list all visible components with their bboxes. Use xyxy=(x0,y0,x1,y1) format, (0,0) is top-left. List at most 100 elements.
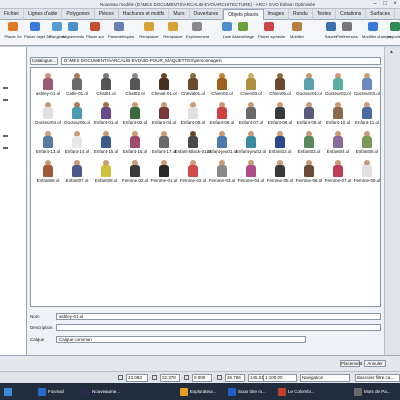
description-label: Description xyxy=(30,325,53,330)
ribbon-button-label: Placer symbole xyxy=(258,34,286,39)
object-thumbnail xyxy=(71,102,83,119)
save-icon xyxy=(326,22,336,31)
thumbnail-body xyxy=(362,78,372,90)
y-coordinate[interactable]: 22.378 xyxy=(160,374,180,382)
thumbnail-body xyxy=(43,136,53,148)
thumbnail-body xyxy=(72,107,82,119)
object-item[interactable]: Enfant05.ol xyxy=(352,131,382,157)
catalog-button[interactable]: Catalogue... xyxy=(30,57,58,65)
taskbar-item-label: Le Colombi... xyxy=(288,389,315,394)
tab-textes[interactable]: Textes xyxy=(313,9,337,20)
ribbon-button-12[interactable]: Mobilier xyxy=(286,22,308,46)
ribbon-button-label: Remplacer xyxy=(163,34,183,39)
tab-pi-ces[interactable]: Pièces xyxy=(95,9,119,20)
y-coord-icon xyxy=(152,375,157,380)
thumbnail-body xyxy=(159,107,169,119)
minimize-button[interactable]: – xyxy=(370,1,380,7)
start-button[interactable] xyxy=(4,386,14,397)
object-thumbnail xyxy=(361,160,373,177)
object-thumbnail xyxy=(245,73,257,90)
object-label: Enfant05.ol xyxy=(355,149,379,154)
object-thumbnail xyxy=(274,131,286,148)
ribbon-button-label: Placer sur xyxy=(85,34,104,39)
tab-polygones[interactable]: Polygones xyxy=(62,9,95,20)
windows-start-icon xyxy=(4,387,12,396)
thumbnail-body xyxy=(72,165,82,177)
tab-lignes-d-aide[interactable]: Lignes d'aide xyxy=(24,9,63,20)
ribbon-button-label: Placer objet 3d xyxy=(24,34,51,39)
x-coordinate[interactable]: 23.083 xyxy=(126,374,148,382)
taskbar-item[interactable]: Nouveaume... xyxy=(82,386,120,397)
tab-ouvertures[interactable]: Ouvertures xyxy=(190,9,224,20)
assembly-icon xyxy=(238,22,248,31)
tab-rendu[interactable]: Rendu xyxy=(289,9,313,20)
tab-hachures-et-motifs[interactable]: Hachures et motifs xyxy=(119,9,170,20)
place-on-icon xyxy=(90,22,100,31)
taskbar-item[interactable]: Mots de Pa... xyxy=(354,386,391,397)
layer-field[interactable]: Calque commun xyxy=(56,336,306,343)
taskbar-item[interactable]: Explorateur... xyxy=(180,386,217,397)
ribbon-button-15[interactable]: Modifier champs xyxy=(362,22,392,46)
ribbon-button-1[interactable]: Placer objet 3d xyxy=(24,22,51,46)
thumbnail-body xyxy=(101,136,111,148)
app-icon xyxy=(180,387,188,396)
cancel-button[interactable]: Annuler xyxy=(364,360,386,367)
right-scrollbar[interactable]: ▲ xyxy=(384,47,400,355)
tab-cotations[interactable]: Cotations xyxy=(336,9,367,20)
object-thumbnail xyxy=(42,102,54,119)
thumbnail-body xyxy=(72,136,82,148)
tab-objets-plac-s[interactable]: Objets placés xyxy=(223,9,264,20)
tab-surfaces[interactable]: Surfaces xyxy=(366,9,395,20)
object-thumbnail xyxy=(303,102,315,119)
thumbnail-body xyxy=(304,78,314,90)
maximize-button[interactable]: □ xyxy=(380,1,390,7)
filter-toggle[interactable]: Basculer filtre ca... xyxy=(355,374,400,382)
ribbon-button-label: Modifier champs xyxy=(362,34,392,39)
object-browser-dialog: Catalogue... D:\MES DOCUMENTS\ARCALIB-EV… xyxy=(27,47,384,355)
ribbon-button-5[interactable]: Paramétriques xyxy=(108,22,134,46)
path-field[interactable]: D:\MES DOCUMENTS\ARCALIB-EVO\3D-POUR_MAQ… xyxy=(61,57,381,65)
object-grid[interactable]: ashley-01.ol Catle-01.ol Chat01.ol Chat02.o… xyxy=(30,67,381,307)
thumbnail-body xyxy=(304,107,314,119)
name-label: Nom xyxy=(30,314,40,319)
thumbnail-body xyxy=(72,78,82,90)
explode-icon xyxy=(192,22,202,31)
thumbnail-body xyxy=(188,107,198,119)
ribbon-button-8[interactable]: Explosement xyxy=(186,22,209,46)
taskbar-item[interactable]: Foxmail xyxy=(38,386,64,397)
scale-select[interactable]: 1:100.00 xyxy=(263,374,297,382)
object-thumbnail xyxy=(332,131,344,148)
ribbon-button-16[interactable]: Importer xyxy=(384,22,400,46)
ribbon-button-0[interactable]: Placer 2d xyxy=(2,22,24,46)
z-coordinate[interactable]: 0.000 xyxy=(192,374,212,382)
align-icon xyxy=(68,22,78,31)
tab-murs[interactable]: Murs xyxy=(169,9,190,20)
object-thumbnail xyxy=(216,131,228,148)
tab-fichier[interactable]: Fichier xyxy=(0,9,25,20)
ribbon-button-4[interactable]: Placer sur xyxy=(84,22,106,46)
taskbar-item[interactable]: Le Colombi... xyxy=(278,386,315,397)
mode-select[interactable]: Navigation xyxy=(300,374,350,382)
thumbnail-body xyxy=(275,165,285,177)
name-field[interactable]: ashley-01.ol xyxy=(56,313,381,320)
ribbon-button-3[interactable]: Alignements xyxy=(62,22,84,46)
edit-fields-icon xyxy=(368,22,378,31)
thumbnail-body xyxy=(101,78,111,90)
ribbon-button-14[interactable]: Préférences xyxy=(336,22,358,46)
ribbon-button-10[interactable]: Assemblage xyxy=(232,22,254,46)
close-button[interactable]: × xyxy=(390,1,400,7)
ribbon-button-11[interactable]: Placer symbole xyxy=(258,22,286,46)
object-item[interactable]: Enfant-11.ol xyxy=(352,102,382,128)
z-coord-icon xyxy=(184,375,189,380)
name-row: Nom ashley-01.ol xyxy=(30,313,381,321)
description-field[interactable] xyxy=(56,324,381,331)
object-item[interactable]: Docteur03.ol xyxy=(352,73,382,99)
length-value[interactable]: 36.766 xyxy=(225,374,245,382)
place-button[interactable]: Placement xyxy=(340,360,362,367)
object-item[interactable]: Femme-08.ol xyxy=(352,160,382,186)
scroll-up-icon[interactable]: ▲ xyxy=(389,49,394,55)
ribbon-button-6[interactable]: Remplacer xyxy=(138,22,160,46)
taskbar-item[interactable]: Sous titre m... xyxy=(228,386,266,397)
ribbon-button-7[interactable]: Remplacer xyxy=(162,22,184,46)
tab-images[interactable]: Images xyxy=(264,9,289,20)
